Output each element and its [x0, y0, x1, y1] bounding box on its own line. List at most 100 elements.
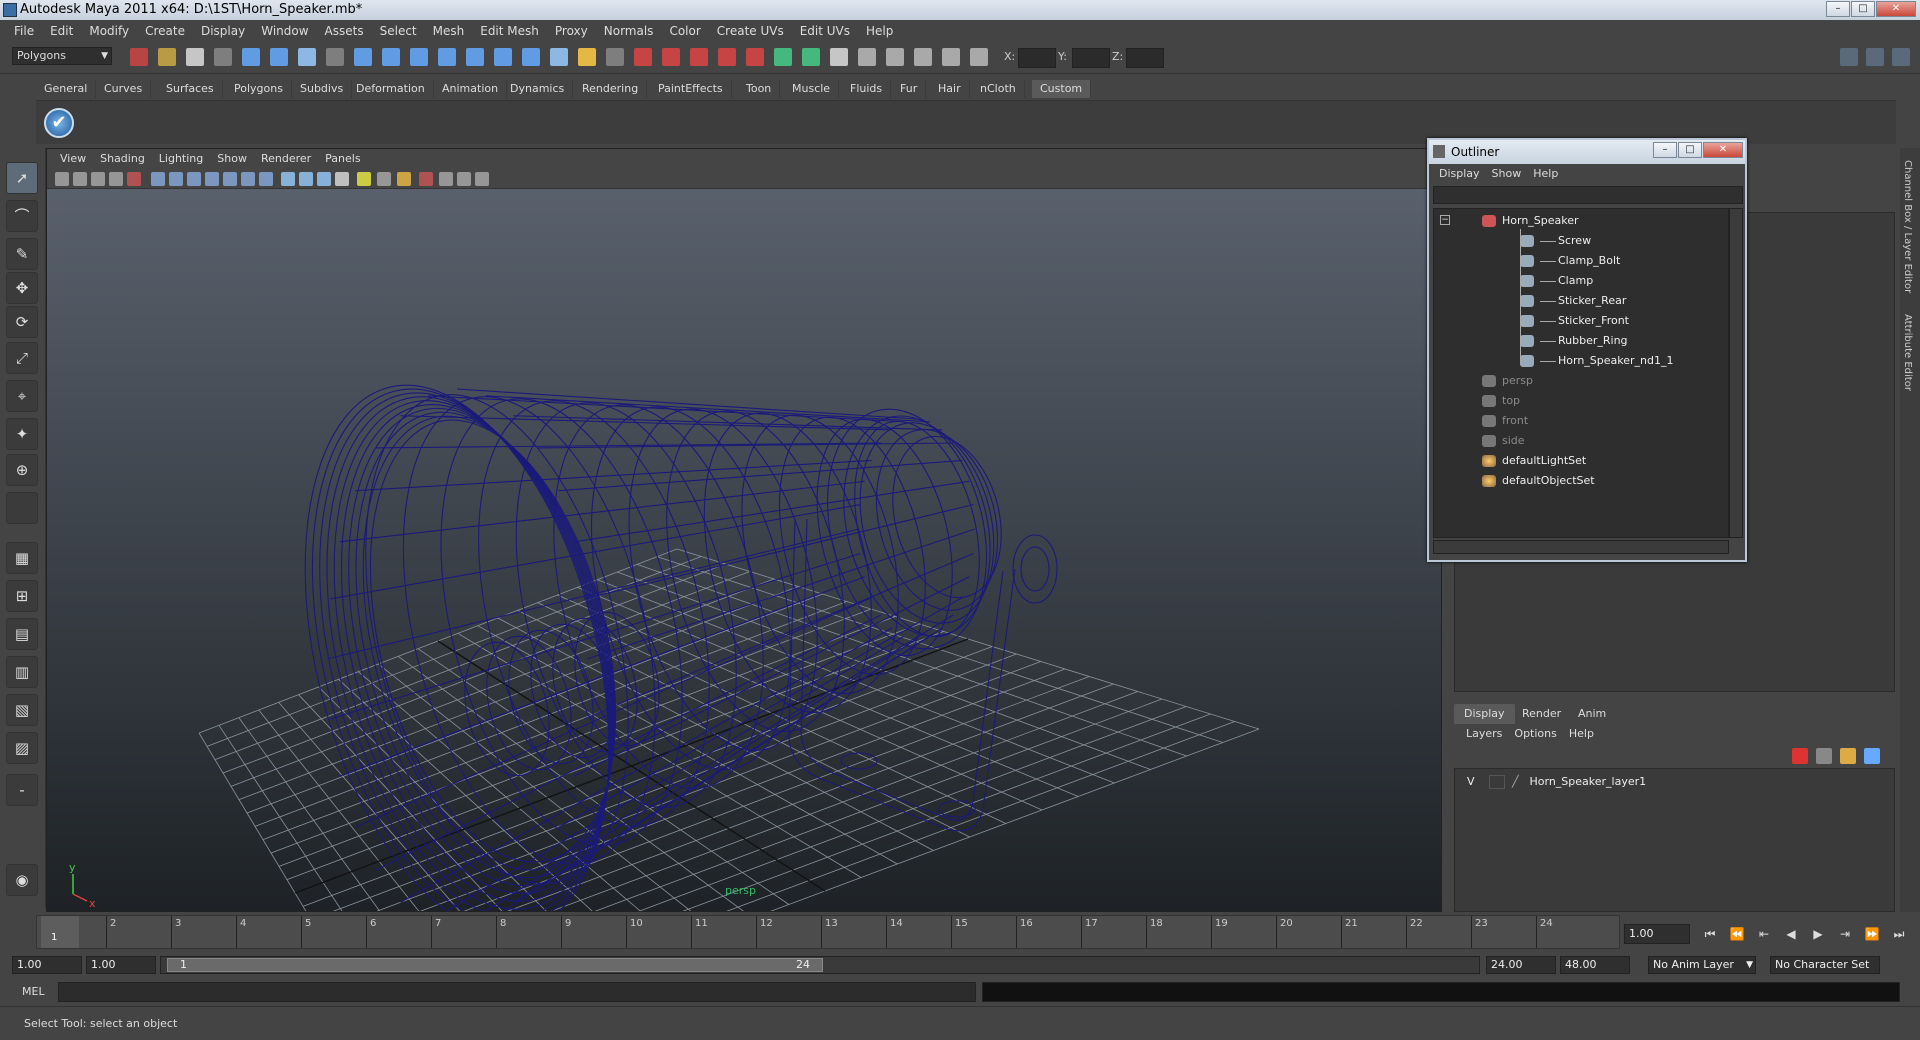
outliner-item[interactable]: Clamp_Bolt: [1520, 251, 1620, 271]
menu-help[interactable]: Help: [858, 20, 901, 42]
textured-icon[interactable]: [335, 172, 349, 186]
menu-set-selector[interactable]: Polygons ▼: [12, 47, 112, 65]
help-query-icon[interactable]: [550, 48, 568, 66]
tab-display[interactable]: Display: [1454, 704, 1515, 724]
channel-box-sidebar-tab[interactable]: Channel Box / Layer Editor: [1902, 160, 1913, 293]
outliner-item[interactable]: Clamp: [1520, 271, 1593, 291]
shelf-tab-general[interactable]: General: [36, 80, 97, 98]
outliner-item[interactable]: defaultObjectSet: [1482, 471, 1595, 491]
shelf-tab-custom[interactable]: Custom: [1032, 80, 1092, 98]
lock-selection-icon[interactable]: [298, 48, 316, 66]
outliner-item[interactable]: Sticker_Front: [1520, 311, 1629, 331]
soft-mod-tool-icon[interactable]: ✦: [6, 418, 38, 450]
scale-tool-icon[interactable]: ⤢: [6, 342, 38, 374]
outliner-item[interactable]: Horn_Speaker_nd1_1: [1520, 351, 1674, 371]
layer-visibility-toggle[interactable]: V: [1467, 773, 1481, 791]
range-bar[interactable]: 1 24: [160, 956, 1480, 974]
new-scene-icon[interactable]: [130, 48, 148, 66]
outliner-menu-help[interactable]: Help: [1527, 164, 1564, 184]
tab-anim[interactable]: Anim: [1568, 704, 1616, 724]
select-object-icon[interactable]: [242, 48, 260, 66]
graph-layout-icon[interactable]: ▥: [6, 656, 38, 688]
menu-proxy[interactable]: Proxy: [547, 20, 596, 42]
render-view-icon[interactable]: [914, 48, 932, 66]
shelf-tab-deformation[interactable]: Deformation: [348, 80, 434, 98]
show-manipulator-tool-icon[interactable]: ⊕: [6, 454, 38, 486]
select-joints-icon[interactable]: [354, 48, 372, 66]
playback-end-input[interactable]: 24.00: [1486, 956, 1556, 974]
menu-edit-mesh[interactable]: Edit Mesh: [472, 20, 547, 42]
bookmarks-icon[interactable]: [91, 172, 105, 186]
show-hide-icon[interactable]: [858, 48, 876, 66]
viewport-menu-show[interactable]: Show: [210, 149, 254, 169]
input-ops-icon[interactable]: [774, 48, 792, 66]
outliner-item[interactable]: Screw: [1520, 231, 1591, 251]
hypershade-layout-icon[interactable]: ▧: [6, 694, 38, 726]
viewport-persp[interactable]: View Shading Lighting Show Renderer Panels yx…: [46, 148, 1442, 912]
select-hierarchy-icon[interactable]: [214, 48, 232, 66]
outliner-item[interactable]: side: [1482, 431, 1525, 451]
outliner-horizontal-scrollbar[interactable]: [1433, 540, 1729, 554]
go-to-start-icon[interactable]: ⏮: [1700, 924, 1720, 944]
mel-label[interactable]: MEL: [22, 985, 45, 998]
hotbox-icon[interactable]: ◉: [6, 864, 38, 896]
layer-name[interactable]: Horn_Speaker_layer1: [1530, 775, 1647, 788]
shelf-tab-curves[interactable]: Curves: [96, 80, 152, 98]
last-tool-icon[interactable]: [6, 492, 38, 524]
checkmark-icon[interactable]: ✔: [44, 108, 74, 138]
step-forward-key-icon[interactable]: ⏩: [1862, 924, 1882, 944]
ipr-render-icon[interactable]: [718, 48, 736, 66]
current-time-marker[interactable]: 1: [41, 916, 79, 948]
select-handles-icon[interactable]: [326, 48, 344, 66]
select-deformations-icon[interactable]: [438, 48, 456, 66]
shelf-tab-dynamics[interactable]: Dynamics: [502, 80, 574, 98]
layer-type-toggle[interactable]: [1488, 775, 1505, 789]
playback-start-input[interactable]: 1.00: [86, 956, 156, 974]
close-button[interactable]: ✕: [1876, 1, 1916, 17]
outliner-titlebar[interactable]: Outliner – □ ✕: [1429, 140, 1745, 164]
select-rendering-icon[interactable]: [494, 48, 512, 66]
outliner-item[interactable]: defaultLightSet: [1482, 451, 1586, 471]
menu-help[interactable]: Help: [1563, 724, 1600, 744]
outliner-item[interactable]: Horn_Speaker: [1482, 211, 1579, 231]
step-back-frame-icon[interactable]: ⇤: [1754, 924, 1774, 944]
new-layer-icon[interactable]: [1792, 748, 1808, 764]
viewport-menu-shading[interactable]: Shading: [93, 149, 152, 169]
shelf-tab-fluids[interactable]: Fluids: [842, 80, 892, 98]
paint-select-tool-icon[interactable]: ✎: [6, 238, 38, 270]
hypershade-icon[interactable]: [886, 48, 904, 66]
outliner-vertical-scrollbar[interactable]: [1729, 208, 1743, 538]
step-forward-frame-icon[interactable]: ⇥: [1835, 924, 1855, 944]
camera-settings-icon[interactable]: [970, 48, 988, 66]
panel-layout-icon[interactable]: [1840, 48, 1858, 66]
viewport-menu-renderer[interactable]: Renderer: [254, 149, 318, 169]
shelf-tab-polygons[interactable]: Polygons: [226, 80, 292, 98]
character-set-selector[interactable]: No Character Set: [1770, 956, 1880, 974]
outliner-item[interactable]: front: [1482, 411, 1528, 431]
anim-layer-selector[interactable]: No Anim Layer ▼: [1648, 956, 1756, 974]
shelf-tab-subdivs[interactable]: Subdivs: [292, 80, 353, 98]
script-editor-icon[interactable]: [942, 48, 960, 66]
lasso-tool-icon[interactable]: ⌒: [6, 200, 38, 232]
outliner-item[interactable]: Rubber_Ring: [1520, 331, 1628, 351]
z-input[interactable]: [1126, 48, 1164, 68]
dope-sheet-layout-icon[interactable]: ▨: [6, 732, 38, 764]
select-component-icon[interactable]: [270, 48, 288, 66]
default-light-icon[interactable]: [357, 172, 371, 186]
menu-assets[interactable]: Assets: [317, 20, 372, 42]
outliner-menu-show[interactable]: Show: [1486, 164, 1528, 184]
all-lights-icon[interactable]: [377, 172, 391, 186]
go-to-end-icon[interactable]: ⏭: [1889, 924, 1909, 944]
menu-normals[interactable]: Normals: [596, 20, 662, 42]
time-ruler[interactable]: 1234567891011121314151617181920212223241: [36, 915, 1620, 949]
menu-display[interactable]: Display: [193, 20, 253, 42]
outliner-item[interactable]: Sticker_Rear: [1520, 291, 1626, 311]
layer-move-up-icon[interactable]: [1840, 748, 1856, 764]
outliner-layout-icon[interactable]: ▤: [6, 618, 38, 650]
menu-color[interactable]: Color: [661, 20, 708, 42]
safe-title-icon[interactable]: [259, 172, 273, 186]
gate-mask-icon[interactable]: [205, 172, 219, 186]
wireframe-icon[interactable]: [281, 172, 295, 186]
outliner-minimize-button[interactable]: –: [1653, 142, 1677, 158]
render-current-icon[interactable]: [690, 48, 708, 66]
